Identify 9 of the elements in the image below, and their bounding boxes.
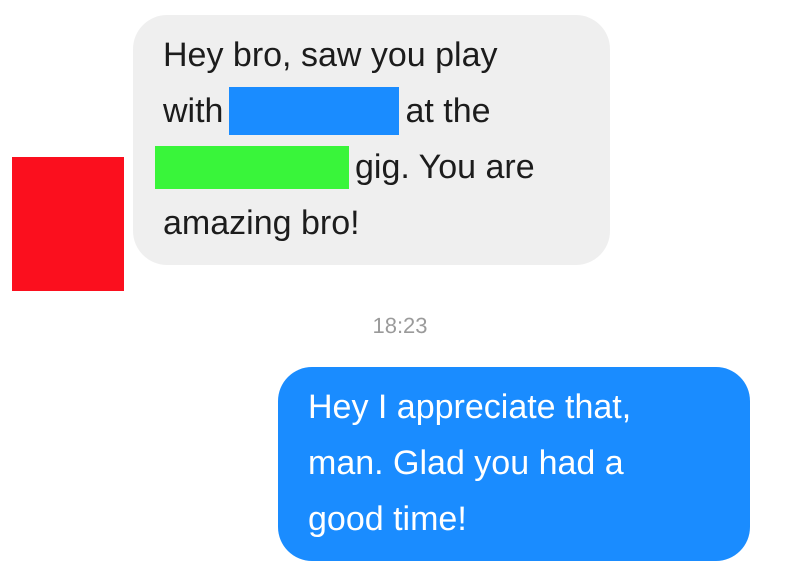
- message-text: with: [163, 91, 224, 132]
- message-text: gig. You are: [355, 147, 535, 188]
- message-text: Hey I appreciate that,: [308, 387, 632, 428]
- message-text: amazing bro!: [163, 203, 360, 244]
- timestamp: 18:23: [371, 313, 429, 339]
- message-text: good time!: [308, 499, 467, 540]
- message-text: man. Glad you had a: [308, 443, 624, 484]
- message-text: Hey bro, saw you play: [163, 35, 498, 76]
- message-text: at the: [405, 91, 491, 132]
